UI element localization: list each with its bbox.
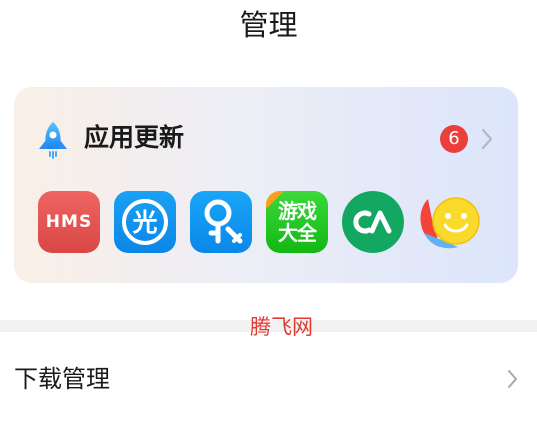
hms-app-icon[interactable]: HMS — [38, 191, 100, 253]
smile-app-icon[interactable] — [418, 191, 482, 253]
game-center-app-icon[interactable]: 游戏大全 — [266, 191, 328, 253]
rocket-icon — [39, 122, 67, 159]
page-title: 管理 — [239, 8, 298, 42]
game-center-app-label: 游戏大全 — [278, 199, 317, 245]
app-update-card[interactable]: 应用更新 6 HMS 光 游戏大全 — [14, 87, 518, 283]
hms-app-label: HMS — [45, 212, 93, 232]
pending-update-apps: HMS 光 游戏大全 — [38, 191, 498, 253]
guang-app-label: 光 — [131, 208, 157, 237]
download-management-label: 下载管理 — [14, 365, 110, 393]
guang-app-icon[interactable]: 光 — [114, 191, 176, 253]
chevron-right-icon — [508, 370, 517, 388]
update-count-badge: 6 — [440, 125, 468, 153]
key-app-icon[interactable] — [190, 191, 252, 253]
app-management-page: 管理 应用更新 6 HMS 光 游戏大全 腾飞网 下载管理 — [0, 0, 537, 422]
chevron-right-icon[interactable] — [480, 127, 494, 151]
ca-app-icon[interactable] — [342, 191, 404, 253]
app-update-title: 应用更新 — [84, 123, 185, 152]
download-management-row[interactable]: 下载管理 — [0, 336, 537, 422]
